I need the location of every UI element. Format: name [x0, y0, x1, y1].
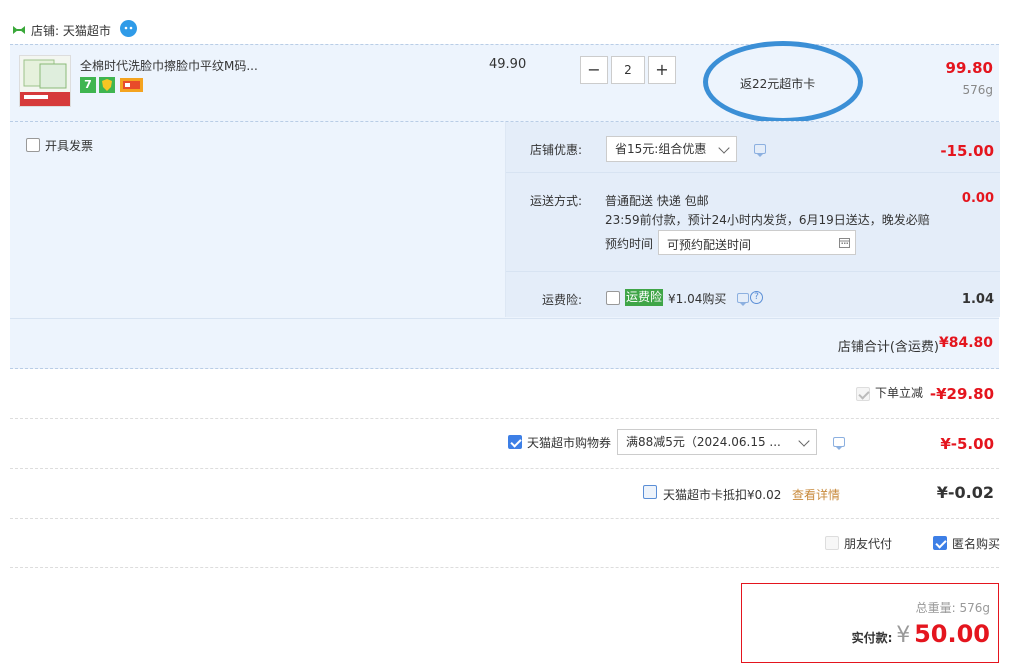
instant-discount-checkbox — [856, 387, 870, 401]
insurance-label: 运费险: — [542, 293, 583, 307]
coupon-select[interactable]: 满88减5元（2024.06.15 ... — [617, 429, 817, 455]
card-label[interactable]: 天猫超市卡抵扣¥0.02 — [663, 486, 781, 503]
coupon-checkbox[interactable] — [508, 435, 522, 449]
appointment-input[interactable]: 可预约配送时间 — [658, 230, 856, 255]
anonymous-label[interactable]: 匿名购买 — [952, 535, 1000, 552]
insurance-checkbox[interactable] — [606, 291, 620, 305]
seven-day-return-icon: 7 — [80, 77, 96, 93]
unit-price: 49.90 — [489, 57, 527, 72]
appointment-placeholder: 可预约配送时间 — [667, 238, 752, 252]
friend-pay-label: 朋友代付 — [844, 537, 893, 551]
discount-selected: 省15元:组合优惠 — [615, 142, 707, 156]
shop-options-panel: 开具发票 店铺优惠: 省15元:组合优惠 -15.00 运送方式: 普通配送 快… — [10, 121, 1000, 369]
final-payment-amount: 50.00 — [914, 620, 990, 648]
store-total-row: 店铺合计(含运费) ¥84.80 — [10, 318, 999, 369]
shipping-method: 普通配送 快递 包邮 — [605, 194, 709, 208]
instant-discount-amount: -¥29.80 — [929, 385, 994, 403]
invoice-checkbox[interactable] — [26, 138, 40, 152]
appointment-label: 预约时间 — [605, 237, 654, 251]
insurance-tag: 运费险 — [625, 289, 664, 306]
discount-label: 店铺优惠: — [530, 143, 583, 157]
quantity-stepper[interactable]: − 2 + — [580, 56, 676, 84]
shipping-amount: 0.00 — [961, 191, 994, 206]
item-weight: 576g — [962, 83, 993, 97]
calendar-icon[interactable] — [839, 237, 850, 248]
card-details-link[interactable]: 查看详情 — [792, 486, 840, 503]
shipping-detail: 23:59前付款，预计24小时内发货，6月19日送达，晚发必赔 — [605, 213, 930, 227]
options-row: 朋友代付 匿名购买 — [10, 519, 1000, 568]
shop-options-right: 店铺优惠: 省15元:组合优惠 -15.00 运送方式: 普通配送 快递 包邮 … — [505, 122, 1000, 317]
discount-select[interactable]: 省15元:组合优惠 — [606, 136, 737, 162]
item-subtotal: 99.80 — [945, 59, 993, 77]
store-name[interactable]: 店铺: 天猫超市 — [31, 22, 111, 39]
quantity-input[interactable]: 2 — [611, 56, 645, 84]
chevron-down-icon — [798, 435, 810, 447]
annotation-ellipse — [703, 41, 863, 123]
shipping-label: 运送方式: — [530, 194, 583, 208]
coupon-row: 天猫超市购物券 满88减5元（2024.06.15 ... ¥-5.00 — [10, 419, 999, 469]
friend-pay-checkbox — [825, 536, 839, 550]
card-checkbox[interactable] — [643, 485, 657, 499]
total-weight: 总重量: 576g — [916, 599, 990, 616]
product-thumbnail[interactable] — [19, 55, 71, 107]
invoice-label[interactable]: 开具发票 — [45, 137, 93, 154]
card-row: 天猫超市卡抵扣¥0.02 查看详情 ¥-0.02 — [10, 469, 999, 519]
insurance-amount: 1.04 — [961, 292, 994, 307]
customer-service-icon[interactable] — [120, 20, 137, 37]
instant-discount-label: 下单立减 — [875, 386, 924, 400]
store-total-amount: ¥84.80 — [938, 335, 993, 351]
card-amount: ¥-0.02 — [936, 483, 994, 502]
total-weight-label: 总重量: — [915, 601, 956, 615]
comment-icon[interactable] — [833, 437, 845, 450]
product-title[interactable]: 全棉时代洗脸巾擦脸巾平纹M码... — [80, 57, 258, 74]
guarantee-shield-icon — [99, 77, 115, 93]
tmall-store-icon — [12, 24, 26, 34]
comment-icon[interactable] — [737, 293, 749, 306]
coupon-label[interactable]: 天猫超市购物券 — [527, 434, 611, 451]
coupon-amount: ¥-5.00 — [940, 435, 994, 453]
coupon-selected: 满88减5元（2024.06.15 ... — [626, 435, 781, 449]
comment-icon[interactable] — [754, 144, 766, 157]
anonymous-checkbox[interactable] — [933, 536, 947, 550]
final-payment-label: 实付款: — [851, 631, 893, 645]
insurance-price: ¥1.04购买 — [668, 292, 727, 306]
card-payment-icon — [120, 78, 143, 92]
increase-button[interactable]: + — [648, 56, 676, 84]
final-payment: 实付款: ¥ 50.00 — [852, 620, 990, 648]
discount-amount: -15.00 — [940, 142, 994, 160]
instant-discount-row: 下单立减 -¥29.80 — [10, 368, 999, 419]
total-weight-value: 576g — [959, 601, 990, 615]
store-total-label: 店铺合计(含运费) — [837, 340, 939, 355]
payment-summary: 总重量: 576g 实付款: ¥ 50.00 — [741, 583, 999, 663]
help-icon[interactable]: ? — [750, 291, 763, 304]
decrease-button[interactable]: − — [580, 56, 608, 84]
currency-symbol: ¥ — [896, 623, 911, 648]
chevron-down-icon — [718, 142, 730, 154]
